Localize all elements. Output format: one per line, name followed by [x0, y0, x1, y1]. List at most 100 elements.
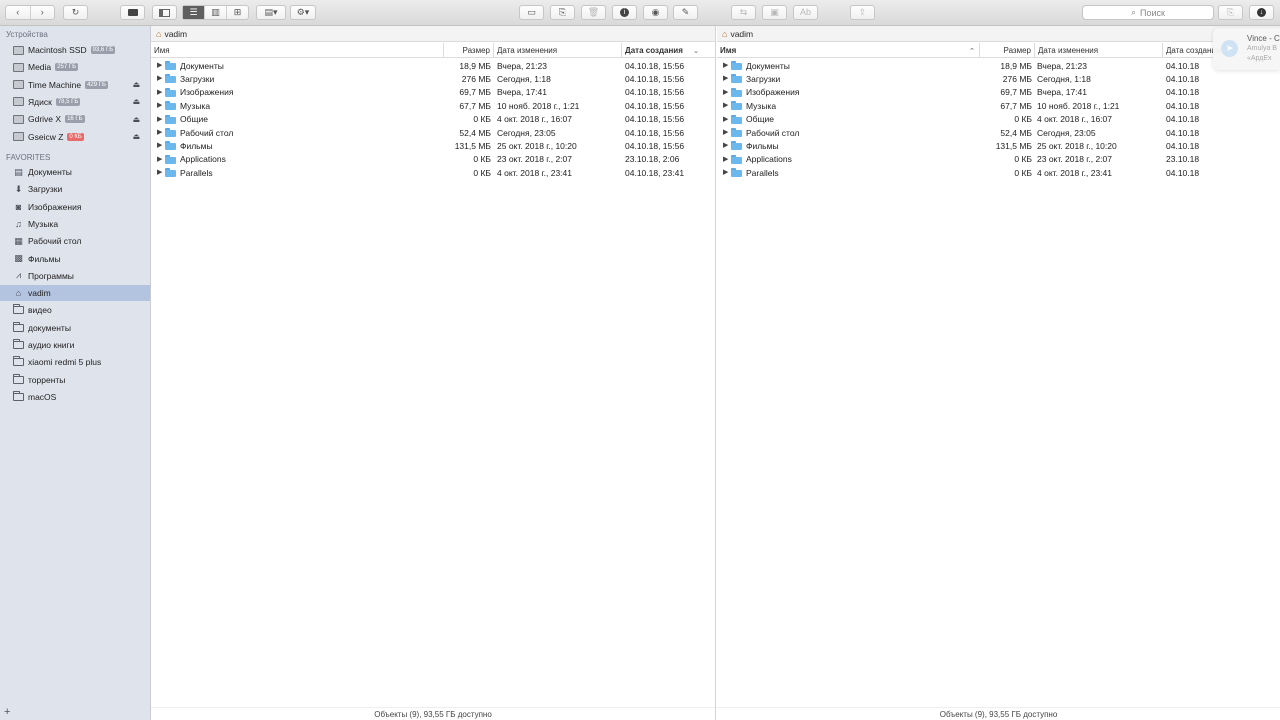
table-row[interactable]: ▶ Applications 0 КБ 23 окт. 2018 г., 2:07 23… [717, 153, 1280, 166]
disclosure-triangle-icon[interactable]: ▶ [157, 88, 162, 96]
disclosure-triangle-icon[interactable]: ▶ [157, 101, 162, 109]
table-row[interactable]: ▶ Рабочий стол 52,4 МБ Сегодня, 23:05 04.10.… [151, 126, 715, 139]
table-row[interactable]: ▶ Загрузки 276 МБ Сегодня, 1:18 04.10.18 [717, 72, 1280, 85]
quicklook-button[interactable]: ◉ [643, 5, 668, 20]
column-name[interactable]: Имя [151, 43, 443, 58]
sidebar-device-item[interactable]: Media 257 ГБ [0, 59, 150, 75]
action-button[interactable]: ⚙▾ [290, 5, 316, 20]
new-folder-button[interactable]: ▭ [519, 5, 544, 20]
disclosure-triangle-icon[interactable]: ▶ [157, 155, 162, 163]
column-view-button[interactable]: ▥ [205, 6, 227, 19]
new-file-button[interactable]: ⎘ [550, 5, 575, 20]
list-view-button[interactable]: ☰ [183, 6, 205, 19]
notification[interactable]: ➤ Vince - C Amulya B «АрдЕх [1213, 28, 1280, 70]
sidebar-item-0[interactable]: ▤ Документы [0, 164, 150, 180]
sidebar-device-item[interactable]: Gseicw Z0 КБ ⏏ [0, 129, 150, 145]
sidebar-item-11[interactable]: xiaomi redmi 5 plus [0, 354, 150, 370]
disclosure-triangle-icon[interactable]: ▶ [723, 155, 728, 163]
disclosure-triangle-icon[interactable]: ▶ [723, 141, 728, 149]
column-name[interactable]: Имя ⌃ [717, 43, 979, 58]
disclosure-triangle-icon[interactable]: ▶ [723, 128, 728, 136]
table-row[interactable]: ▶ Фильмы 131,5 МБ 25 окт. 2018 г., 10:20 04.… [717, 139, 1280, 152]
disclosure-triangle-icon[interactable]: ▶ [723, 168, 728, 176]
table-row[interactable]: ▶ Фильмы 131,5 МБ 25 окт. 2018 г., 10:20 04.… [151, 139, 715, 152]
table-row[interactable]: ▶ Общие 0 КБ 4 окт. 2018 г., 16:07 04.10.18,… [151, 113, 715, 126]
sidebar-device-item[interactable]: Ядиск 78,5 ГБ ⏏ [0, 94, 150, 110]
table-row[interactable]: ▶ Музыка 67,7 МБ 10 нояб. 2018 г., 1:21 04.1… [151, 99, 715, 112]
disclosure-triangle-icon[interactable]: ▶ [157, 74, 162, 82]
icon-view-button[interactable]: ⊞ [227, 6, 248, 19]
table-row[interactable]: ▶ Изображения 69,7 МБ Вчера, 17:41 04.10.18,… [151, 86, 715, 99]
eject-icon[interactable]: ⏏ [132, 80, 140, 89]
delete-button[interactable]: 🗑 [581, 5, 606, 20]
sidebar-item-6[interactable]: ⩘ Программы [0, 268, 150, 284]
add-button[interactable]: + [4, 706, 10, 718]
path-label[interactable]: vadim [730, 29, 753, 39]
search-field[interactable]: ⌕ Поиск [1082, 5, 1214, 20]
disclosure-triangle-icon[interactable]: ▶ [157, 168, 162, 176]
disclosure-triangle-icon[interactable]: ▶ [723, 61, 728, 69]
sidebar-device-item[interactable]: Gdrive X 16 ГБ ⏏ [0, 111, 150, 127]
compare-button[interactable]: ⇆ [731, 5, 756, 20]
sidebar-device-item[interactable]: Time Machine 429 ГБ ⏏ [0, 77, 150, 93]
edit-button[interactable]: ✎ [673, 5, 698, 20]
capacity-badge: 0 КБ [67, 132, 84, 141]
column-modified[interactable]: Дата изменения [493, 43, 621, 58]
path-label[interactable]: vadim [164, 29, 187, 39]
refresh-button[interactable]: ↻ [63, 5, 88, 20]
disclosure-triangle-icon[interactable]: ▶ [723, 88, 728, 96]
sidebar-item-7[interactable]: ⌂ vadim [0, 285, 150, 302]
column-size[interactable]: Размер [443, 43, 493, 58]
sidebar-device-item[interactable]: Macintosh SSD 93,6 ГБ [0, 42, 150, 58]
eye-icon: ◉ [651, 7, 660, 17]
sidebar-item-3[interactable]: ♫ Музыка [0, 216, 150, 232]
file-created: 23.10.18 [1166, 154, 1200, 165]
table-row[interactable]: ▶ Музыка 67,7 МБ 10 нояб. 2018 г., 1:21 04.1… [717, 99, 1280, 112]
sidebar-item-8[interactable]: видео [0, 302, 150, 318]
sidebar-item-13[interactable]: macOS [0, 389, 150, 405]
terminal-button[interactable] [120, 5, 145, 20]
sidebar-item-9[interactable]: документы [0, 320, 150, 336]
file-name: Документы [180, 60, 224, 71]
panel-toggle-button[interactable] [152, 5, 177, 20]
sidebar-item-4[interactable]: ▦ Рабочий стол [0, 233, 150, 249]
eject-icon[interactable]: ⏏ [132, 97, 140, 106]
eject-icon[interactable]: ⏏ [132, 132, 140, 141]
table-row[interactable]: ▶ Изображения 69,7 МБ Вчера, 17:41 04.10.18 [717, 86, 1280, 99]
sidebar-item-12[interactable]: торренты [0, 372, 150, 388]
forward-button[interactable]: › [31, 6, 55, 19]
disclosure-triangle-icon[interactable]: ▶ [157, 115, 162, 123]
file-modified: Сегодня, 1:18 [1037, 74, 1091, 85]
table-row[interactable]: ▶ Рабочий стол 52,4 МБ Сегодня, 23:05 04.10.… [717, 126, 1280, 139]
column-modified[interactable]: Дата изменения [1034, 43, 1162, 58]
table-row[interactable]: ▶ Общие 0 КБ 4 окт. 2018 г., 16:07 04.10.18 [717, 113, 1280, 126]
disclosure-triangle-icon[interactable]: ▶ [157, 61, 162, 69]
disclosure-triangle-icon[interactable]: ▶ [157, 141, 162, 149]
column-created[interactable]: Дата создания ⌄ [621, 43, 703, 58]
sidebar-item-5[interactable]: ▩ Фильмы [0, 251, 150, 267]
sidebar-item-2[interactable]: ◙ Изображения [0, 199, 150, 215]
sidebar-item-10[interactable]: аудио книги [0, 337, 150, 353]
column-size[interactable]: Размер [979, 43, 1034, 58]
back-button[interactable]: ‹ [6, 6, 31, 19]
table-row[interactable]: ▶ Parallels 0 КБ 4 окт. 2018 г., 23:41 04.10… [717, 166, 1280, 179]
table-row[interactable]: ▶ Applications 0 КБ 23 окт. 2018 г., 2:07 23… [151, 153, 715, 166]
disclosure-triangle-icon[interactable]: ▶ [723, 74, 728, 82]
disclosure-triangle-icon[interactable]: ▶ [723, 101, 728, 109]
download-button[interactable]: ↓ [1249, 5, 1274, 20]
copy-button[interactable]: ⎘ [1218, 5, 1243, 20]
disclosure-triangle-icon[interactable]: ▶ [157, 128, 162, 136]
sidebar-item-1[interactable]: ⬇ Загрузки [0, 181, 150, 197]
rename-button[interactable]: Ab [793, 5, 818, 20]
table-row[interactable]: ▶ Документы 18,9 МБ Вчера, 21:23 04.10.18 [717, 59, 1280, 72]
info-button[interactable]: i [612, 5, 637, 20]
share-button[interactable]: ⇪ [850, 5, 875, 20]
table-row[interactable]: ▶ Загрузки 276 МБ Сегодня, 1:18 04.10.18, 15… [151, 72, 715, 85]
arrange-button[interactable]: ▤▾ [256, 5, 286, 20]
eject-icon[interactable]: ⏏ [132, 115, 140, 124]
archive-button[interactable]: ▣ [762, 5, 787, 20]
table-row[interactable]: ▶ Parallels 0 КБ 4 окт. 2018 г., 23:41 04.10… [151, 166, 715, 179]
table-row[interactable]: ▶ Документы 18,9 МБ Вчера, 21:23 04.10.18, 1… [151, 59, 715, 72]
disclosure-triangle-icon[interactable]: ▶ [723, 115, 728, 123]
folder-shape [13, 339, 24, 349]
